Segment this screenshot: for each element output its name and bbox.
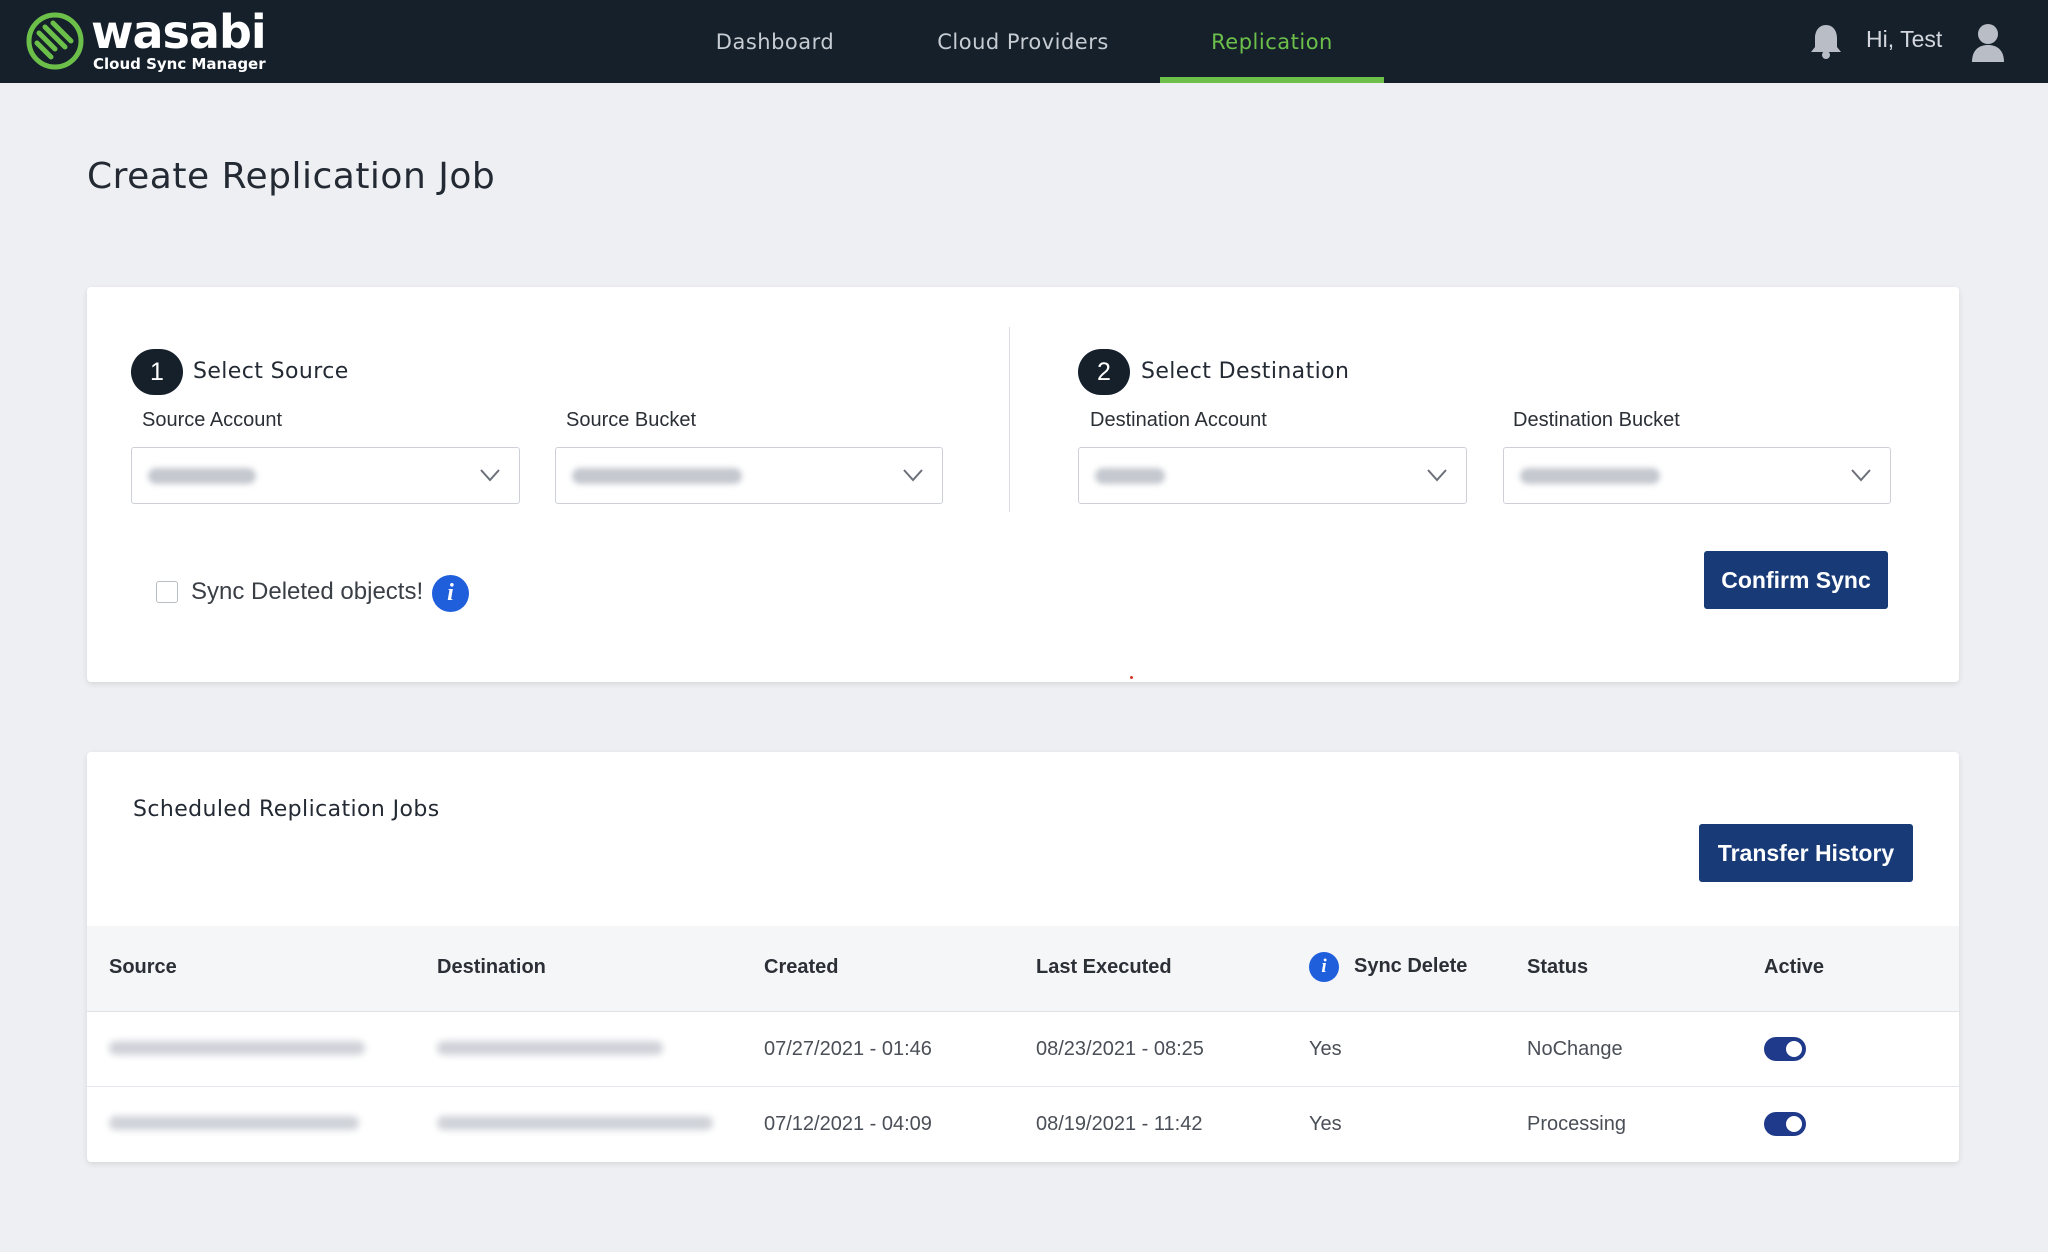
status-cell: Processing [1527,1113,1626,1135]
nav-dashboard[interactable]: Dashboard [695,0,855,83]
select-destination-title: Select Destination [1141,359,1350,384]
chevron-down-icon [903,469,923,482]
info-icon[interactable]: i [432,575,469,612]
create-replication-card: 1 Select Source Source Account Source Bu… [87,287,1959,682]
last-executed-cell: 08/19/2021 - 11:42 [1036,1113,1203,1135]
sync-deleted-label: Sync Deleted objects! [191,578,424,605]
nav-replication[interactable]: Replication [1160,0,1384,83]
user-greeting: Hi, Test [1866,26,1943,52]
page-title: Create Replication Job [87,156,496,197]
section-divider [1009,327,1010,512]
destination-account-select[interactable] [1078,447,1467,504]
scheduled-jobs-title: Scheduled Replication Jobs [133,797,440,822]
top-navigation-bar: wasabi Cloud Sync Manager Dashboard Clou… [0,0,2048,83]
redacted-destination [437,1041,663,1055]
select-source-title: Select Source [193,359,349,384]
info-icon[interactable]: i [1309,952,1339,982]
col-status[interactable]: Status [1527,956,1588,979]
sync-delete-cell: Yes [1309,1038,1342,1060]
col-created[interactable]: Created [764,956,838,979]
bell-icon[interactable] [1808,22,1844,60]
col-source[interactable]: Source [109,956,177,979]
created-cell: 07/12/2021 - 04:09 [764,1113,932,1135]
step-badge-destination: 2 [1078,349,1130,395]
redacted-value [572,468,742,484]
source-account-select[interactable] [131,447,520,504]
col-sync-delete[interactable]: Sync Delete [1354,955,1467,978]
transfer-history-button[interactable]: Transfer History [1699,824,1913,882]
col-active[interactable]: Active [1764,956,1824,979]
redacted-source [109,1116,359,1130]
redacted-value [1520,468,1660,484]
chevron-down-icon [480,469,500,482]
created-cell: 07/27/2021 - 01:46 [764,1038,932,1060]
col-last-executed[interactable]: Last Executed [1036,956,1172,979]
status-cell: NoChange [1527,1038,1623,1060]
user-icon[interactable] [1970,22,2006,62]
last-executed-cell: 08/23/2021 - 08:25 [1036,1038,1204,1060]
brand-name: wasabi [91,5,267,59]
redacted-destination [437,1116,713,1130]
scheduled-jobs-card: Scheduled Replication Jobs Transfer Hist… [87,752,1959,1162]
nav-cloud-providers[interactable]: Cloud Providers [912,0,1134,83]
sync-deleted-checkbox[interactable] [156,581,178,603]
source-account-label: Source Account [142,409,283,431]
redacted-source [109,1041,365,1055]
destination-account-label: Destination Account [1090,409,1267,431]
confirm-sync-button[interactable]: Confirm Sync [1704,551,1888,609]
brand-subtitle: Cloud Sync Manager [93,55,266,73]
destination-bucket-select[interactable] [1503,447,1891,504]
redacted-value [148,468,256,484]
step-badge-source: 1 [131,349,183,395]
destination-bucket-label: Destination Bucket [1513,409,1680,431]
chevron-down-icon [1427,469,1447,482]
indicator-dot [1130,676,1133,679]
table-row[interactable]: 07/27/2021 - 01:46 08/23/2021 - 08:25 Ye… [87,1012,1959,1087]
wasabi-logo[interactable]: wasabi Cloud Sync Manager [25,5,267,73]
wasabi-leaf-icon [26,12,84,69]
active-toggle[interactable] [1764,1037,1806,1061]
redacted-value [1095,468,1165,484]
table-row[interactable]: 07/12/2021 - 04:09 08/19/2021 - 11:42 Ye… [87,1087,1959,1162]
jobs-table-header: Source Destination Created Last Executed… [87,926,1959,1012]
source-bucket-select[interactable] [555,447,943,504]
sync-delete-cell: Yes [1309,1113,1342,1135]
source-bucket-label: Source Bucket [566,409,697,431]
col-destination[interactable]: Destination [437,956,546,979]
active-toggle[interactable] [1764,1112,1806,1136]
chevron-down-icon [1851,469,1871,482]
